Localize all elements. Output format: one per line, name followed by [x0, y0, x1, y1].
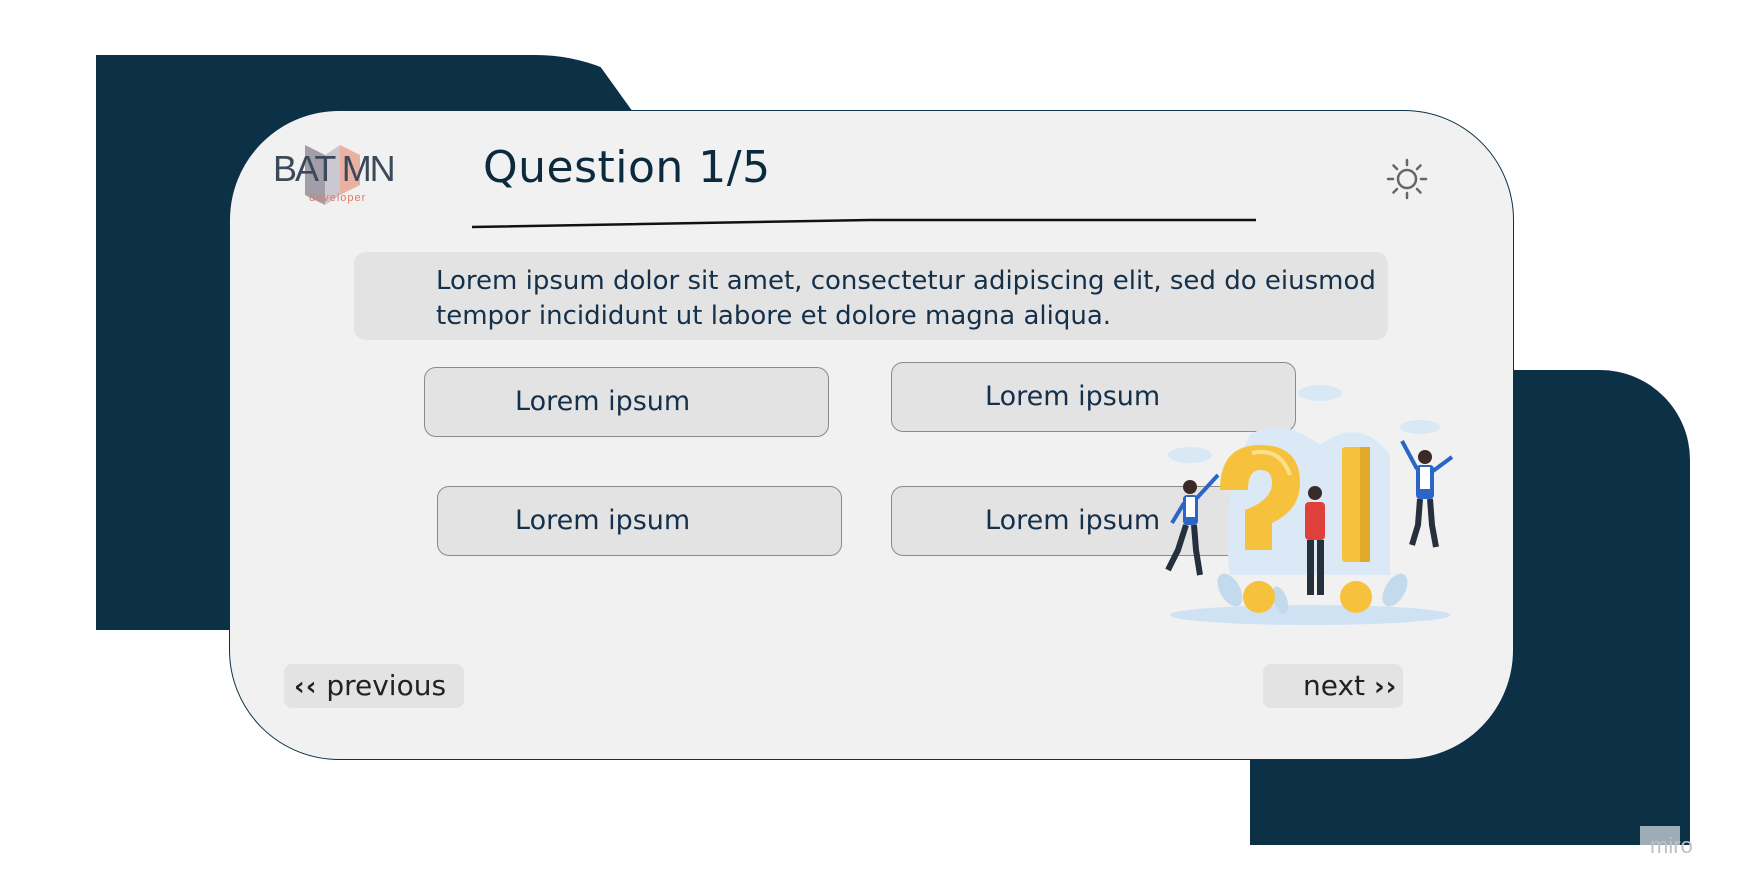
- answer-option-3[interactable]: Lorem ipsum: [437, 486, 842, 556]
- answer-label: Lorem ipsum: [515, 386, 691, 417]
- previous-button[interactable]: ‹‹ previous: [284, 664, 464, 708]
- question-exclamation-illustration: [1165, 385, 1454, 625]
- answer-label: Lorem ipsum: [515, 505, 691, 536]
- sun-icon: [1386, 158, 1428, 200]
- previous-label: previous: [326, 669, 447, 702]
- page-title: Question 1/5: [483, 142, 771, 193]
- answer-label: Lorem ipsum: [985, 381, 1161, 412]
- question-text: Lorem ipsum dolor sit amet, consectetur …: [436, 266, 1376, 331]
- next-button[interactable]: next ››: [1263, 664, 1403, 708]
- answer-label: Lorem ipsum: [985, 505, 1161, 536]
- next-label: next: [1303, 669, 1366, 702]
- question-box: Lorem ipsum dolor sit amet, consectetur …: [354, 252, 1388, 340]
- double-chevron-right-icon: ››: [1373, 672, 1398, 702]
- logo-text: BAT MN: [273, 148, 396, 189]
- double-chevron-left-icon: ‹‹: [294, 672, 318, 702]
- logo-subtext: developer: [309, 192, 367, 204]
- answer-option-1[interactable]: Lorem ipsum: [424, 367, 829, 437]
- logo: BAT MN developer: [273, 140, 408, 212]
- theme-toggle-button[interactable]: [1385, 157, 1429, 201]
- miro-watermark: miro: [1650, 833, 1693, 858]
- title-underline: [471, 218, 1256, 229]
